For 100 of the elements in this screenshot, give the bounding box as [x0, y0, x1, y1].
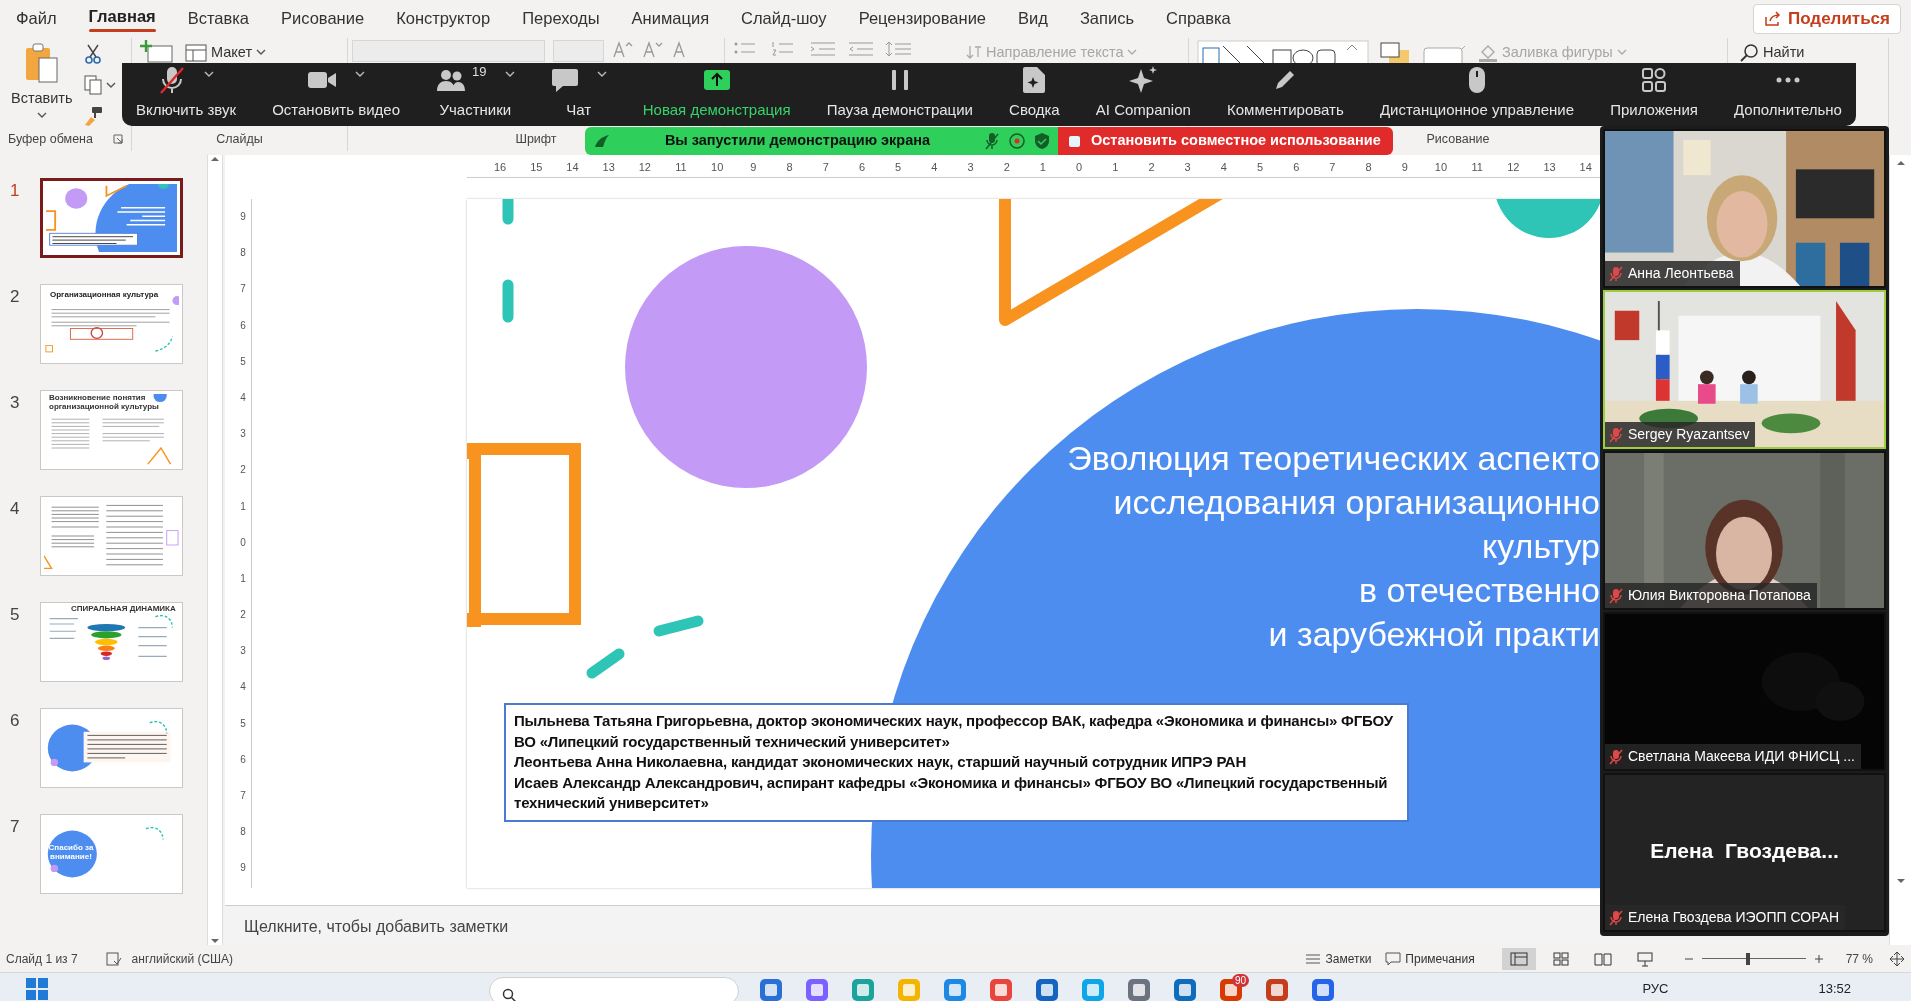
- ruler-number: 5: [1255, 160, 1265, 175]
- language-indicator[interactable]: английский (США): [131, 949, 234, 968]
- ruler-number: 1: [239, 499, 247, 514]
- app-icon[interactable]: [1127, 977, 1151, 1001]
- comments-button[interactable]: Примечания: [1382, 947, 1478, 970]
- group-label: Шрифт: [515, 130, 557, 148]
- meeting-toolbar-button[interactable]: Дистанционное управление: [1375, 63, 1578, 126]
- input-language[interactable]: РУС: [1642, 979, 1669, 999]
- video-tile[interactable]: Sergey Ryazantsev: [1603, 290, 1886, 449]
- slide-sorter-icon: [1552, 951, 1569, 966]
- app-icon[interactable]: [1311, 977, 1335, 1001]
- app-icon[interactable]: [759, 977, 783, 1001]
- slide-thumbnail[interactable]: Возникновение понятия организационной культуры: [40, 390, 183, 470]
- meeting-toolbar-button[interactable]: Включить звук: [132, 63, 241, 126]
- meeting-toolbar-button[interactable]: Пауза демонстрации: [822, 63, 977, 126]
- meeting-toolbar-button[interactable]: Комментировать: [1223, 63, 1348, 126]
- app-icon[interactable]: [1173, 977, 1197, 1001]
- app-icon[interactable]: [1081, 977, 1105, 1001]
- video-tile[interactable]: Елена Гвоздева... Елена Гвоздева ИЭОПП СОРАН: [1603, 773, 1886, 932]
- menu-tab[interactable]: Вид: [1002, 1, 1064, 33]
- scissors-icon: [83, 44, 104, 64]
- ruler-number: 13: [601, 160, 616, 175]
- taskbar-search-field[interactable]: [489, 977, 739, 1001]
- slide-thumbnail[interactable]: СПИРАЛЬНАЯ ДИНАМИКА: [40, 602, 183, 682]
- muted-mic-icon: [1609, 426, 1623, 443]
- menu-tab[interactable]: Вставка: [171, 1, 265, 33]
- comment-icon: [1385, 951, 1402, 966]
- font-size-field[interactable]: [553, 40, 604, 62]
- layout-button[interactable]: Макет: [182, 40, 270, 66]
- slide-title-line: культур: [1481, 526, 1600, 567]
- menu-tab[interactable]: Файл: [0, 1, 73, 33]
- slide-thumbnail[interactable]: [40, 178, 183, 258]
- menu-tab[interactable]: Рецензирование: [842, 1, 1003, 33]
- ruler-number: 8: [1364, 160, 1373, 175]
- meeting-toolbar-button[interactable]: AI Companion: [1091, 63, 1195, 126]
- sparkle-icon: [1128, 64, 1159, 95]
- thumbnail-title: Возникновение понятия организационной культуры: [49, 394, 160, 412]
- menu-tab[interactable]: Переходы: [506, 1, 616, 33]
- meeting-toolbar-button[interactable]: Сводка: [1005, 63, 1064, 126]
- meeting-toolbar-button[interactable]: Дополнительно: [1730, 63, 1846, 126]
- meeting-toolbar-button[interactable]: Чат: [546, 63, 611, 126]
- clock-time[interactable]: 13:52: [1818, 979, 1851, 999]
- notes-button[interactable]: Заметки: [1302, 947, 1375, 970]
- app-icon[interactable]: [805, 977, 829, 1001]
- ruler-number: 7: [1328, 160, 1337, 175]
- ruler-number: 13: [1542, 160, 1557, 175]
- app-icon[interactable]: [851, 977, 875, 1001]
- ruler-number: 1: [1038, 160, 1047, 175]
- normal-view-icon: [1509, 951, 1528, 966]
- ruler-number: 9: [239, 210, 247, 224]
- app-icon[interactable]: [1265, 977, 1289, 1001]
- participant-name: Анна Леонтьева: [1628, 264, 1734, 283]
- paste-button[interactable]: Вставить: [8, 40, 76, 121]
- notes-placeholder[interactable]: Щелкните, чтобы добавить заметки: [244, 918, 509, 935]
- slide-number: 4: [9, 498, 21, 520]
- meeting-toolbar-button[interactable]: Приложения: [1606, 63, 1702, 126]
- view-button[interactable]: [1501, 947, 1536, 970]
- app-icon[interactable]: [943, 977, 967, 1001]
- muted-mic-icon: [1609, 909, 1623, 926]
- zoom-slider[interactable]: [1701, 952, 1806, 965]
- ruler-number: 4: [239, 680, 247, 695]
- copy-icon: [83, 74, 104, 96]
- participant-display-name: Елена Гвоздева...: [1649, 838, 1840, 864]
- ruler-number: 4: [930, 160, 939, 175]
- ruler-number: 8: [239, 246, 247, 261]
- meeting-toolbar-button[interactable]: 19 Участники: [432, 63, 519, 126]
- app-icon[interactable]: [1035, 977, 1059, 1001]
- meeting-toolbar-button[interactable]: Остановить видео: [268, 63, 404, 126]
- video-tile[interactable]: Юлия Викторовна Потапова: [1603, 451, 1886, 610]
- menu-tab[interactable]: Анимация: [615, 1, 726, 33]
- app-icon[interactable]: [989, 977, 1013, 1001]
- menu-tab[interactable]: Главная: [72, 0, 172, 36]
- shield-icon: [1034, 132, 1050, 150]
- author-entry: Леонтьева Анна Николаевна, кандидат экономических наук, старший научный сотрудник ИПРЭ РАН: [514, 752, 1248, 772]
- menu-tab[interactable]: Слайд-шоу: [725, 1, 843, 33]
- muted-mic-icon: [1609, 587, 1623, 604]
- dash-shape: [502, 199, 514, 225]
- share-button[interactable]: Поделиться: [1752, 3, 1901, 34]
- search-icon: [1739, 42, 1759, 63]
- spellcheck-icon: [105, 951, 122, 966]
- ruler-number: 2: [1147, 160, 1156, 175]
- font-name-field[interactable]: [352, 40, 545, 62]
- slide-thumbnail[interactable]: Организационная культура: [40, 284, 183, 364]
- ruler-number: 0: [239, 535, 247, 550]
- menu-tab[interactable]: Справка: [1150, 1, 1247, 33]
- video-tile[interactable]: Светлана Макеева ИДИ ФНИСЦ ...: [1603, 612, 1886, 771]
- video-tile[interactable]: Анна Леонтьева: [1603, 129, 1886, 288]
- ruler-number: 11: [674, 160, 688, 175]
- menu-tab[interactable]: Запись: [1063, 1, 1151, 33]
- ruler-number: 8: [239, 825, 247, 840]
- ruler-number: 9: [749, 160, 758, 175]
- zoom-percent[interactable]: 77 %: [1845, 949, 1873, 968]
- author-entry: Пыльнева Татьяна Григорьевна, доктор экономических наук, профессор ВАК, кафедра «Экономика и финансы» ФГБОУ ВО «Липецкий государственный технический университет»: [514, 711, 1394, 752]
- zoom-slider-thumb[interactable]: [1746, 952, 1751, 965]
- zoom-in-icon: [1813, 953, 1824, 964]
- find-button[interactable]: Найти: [1736, 40, 1808, 66]
- menu-tab[interactable]: Конструктор: [380, 1, 507, 33]
- stop-sharing-button[interactable]: Остановить совместное использование: [1058, 127, 1393, 155]
- meeting-toolbar-button[interactable]: Новая демонстрация: [638, 63, 795, 126]
- menu-tab[interactable]: Рисование: [265, 1, 381, 33]
